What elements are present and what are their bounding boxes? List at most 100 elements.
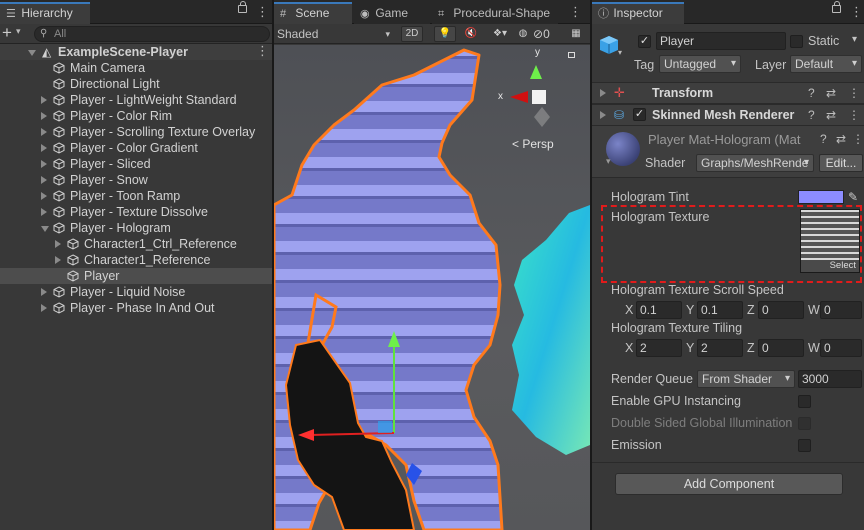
hierarchy-item[interactable]: Character1_Ctrl_Reference: [0, 236, 272, 252]
expand-arrow-icon[interactable]: [41, 288, 47, 296]
texture-thumbnail[interactable]: Select: [800, 209, 860, 273]
scroll-z-field[interactable]: 0: [758, 301, 804, 319]
scene-menu-icon[interactable]: ⋮: [256, 43, 269, 59]
hierarchy-item[interactable]: Directional Light: [0, 76, 272, 92]
expand-arrow-icon[interactable]: [28, 50, 36, 56]
inspector-lock-icon[interactable]: [832, 1, 841, 13]
hierarchy-item[interactable]: Player: [0, 268, 272, 284]
expand-arrow-icon[interactable]: [41, 208, 47, 216]
scene-root-row[interactable]: ◭ ExampleScene-Player ⋮: [0, 43, 272, 60]
double-sided-checkbox[interactable]: [798, 417, 811, 430]
render-queue-dropdown[interactable]: From Shader: [697, 370, 795, 388]
tiling-x-field[interactable]: 2: [636, 339, 682, 357]
hierarchy-item[interactable]: Player - Phase In And Out: [0, 300, 272, 316]
toggle-2d-button[interactable]: 2D: [401, 26, 423, 42]
scene-more-icon[interactable]: ⋮: [569, 4, 582, 20]
material-help-icon[interactable]: ?: [820, 132, 827, 146]
material-foldout-icon[interactable]: ▾: [606, 156, 611, 167]
tiling-w-field[interactable]: 0: [820, 339, 862, 357]
expand-arrow-icon[interactable]: [41, 304, 47, 312]
material-preset-icon[interactable]: ⇄: [836, 132, 846, 146]
tab-inspector[interactable]: ⓘ Inspector: [592, 2, 684, 24]
renderer-menu-icon[interactable]: ⋮: [848, 108, 860, 122]
renderer-component-header[interactable]: ⛁ ✓ Skinned Mesh Renderer ? ⇄ ⋮: [592, 104, 864, 126]
lighting-toggle-button[interactable]: 💡: [434, 26, 456, 42]
projection-toggle[interactable]: < Persp: [512, 137, 554, 151]
renderer-enabled-checkbox[interactable]: ✓: [633, 108, 646, 121]
scroll-x-field[interactable]: 0.1: [636, 301, 682, 319]
tint-color-swatch[interactable]: [798, 190, 844, 204]
expand-arrow-icon[interactable]: [41, 112, 47, 120]
hierarchy-item[interactable]: Player - LightWeight Standard: [0, 92, 272, 108]
gizmo-grid-toggle[interactable]: ▦: [566, 26, 586, 42]
tiling-z-field[interactable]: 0: [758, 339, 804, 357]
expand-arrow-icon[interactable]: [55, 240, 61, 248]
eyedropper-icon[interactable]: ✎: [848, 187, 858, 207]
expand-arrow-icon[interactable]: [41, 176, 47, 184]
inspector-more-icon[interactable]: ⋮: [850, 4, 863, 20]
lock-icon[interactable]: [238, 1, 247, 13]
effects-dropdown[interactable]: ❖▾: [486, 26, 514, 42]
help-icon[interactable]: ?: [808, 86, 815, 100]
hierarchy-item[interactable]: Player - Hologram: [0, 220, 272, 236]
more-options-icon[interactable]: ⋮: [256, 4, 269, 20]
icon-dropdown-icon[interactable]: ▾: [618, 48, 622, 57]
expand-arrow-icon[interactable]: [41, 226, 49, 232]
texture-select-button[interactable]: Select: [801, 260, 859, 272]
expand-arrow-icon[interactable]: [41, 144, 47, 152]
orient-center-cube[interactable]: [532, 90, 546, 104]
active-checkbox[interactable]: ✓: [638, 35, 651, 48]
hierarchy-search-input[interactable]: ⚲ All: [34, 26, 270, 42]
audio-toggle-button[interactable]: 🔇: [460, 26, 482, 42]
expand-arrow-icon[interactable]: [41, 160, 47, 168]
layer-dropdown[interactable]: Default: [790, 55, 862, 73]
scene-viewport[interactable]: y x < Persp: [274, 45, 590, 530]
material-menu-icon[interactable]: ⋮: [852, 132, 864, 146]
renderer-preset-icon[interactable]: ⇄: [826, 108, 836, 122]
hierarchy-item[interactable]: Main Camera: [0, 60, 272, 76]
tab-hierarchy[interactable]: ☰ Hierarchy: [0, 2, 90, 24]
edit-shader-button[interactable]: Edit...: [819, 154, 863, 172]
expand-arrow-icon[interactable]: [55, 256, 61, 264]
tag-dropdown[interactable]: Untagged: [659, 55, 741, 73]
hierarchy-item[interactable]: Player - Texture Dissolve: [0, 204, 272, 220]
tab-game[interactable]: ◉ Game: [354, 2, 430, 24]
hierarchy-item[interactable]: Player - Snow: [0, 172, 272, 188]
hierarchy-item[interactable]: Player - Color Rim: [0, 108, 272, 124]
create-dropdown-icon[interactable]: ▾: [16, 26, 21, 37]
renderer-help-icon[interactable]: ?: [808, 108, 815, 122]
shading-mode-dropdown[interactable]: Shaded ▾: [277, 25, 394, 43]
tab-scene[interactable]: # Scene: [274, 2, 352, 24]
add-component-button[interactable]: Add Component: [615, 473, 843, 495]
transform-foldout-icon[interactable]: [600, 89, 606, 97]
emission-checkbox[interactable]: [798, 439, 811, 452]
transform-component-header[interactable]: ✛ Transform ? ⇄ ⋮: [592, 82, 864, 104]
render-queue-field[interactable]: 3000: [798, 370, 862, 388]
hierarchy-item[interactable]: Player - Sliced: [0, 156, 272, 172]
expand-arrow-icon[interactable]: [41, 96, 47, 104]
expand-arrow-icon[interactable]: [41, 192, 47, 200]
shader-dropdown[interactable]: Graphs/MeshRende: [696, 154, 814, 172]
visibility-toggle[interactable]: ◍: [516, 26, 530, 42]
hierarchy-item[interactable]: Player - Scrolling Texture Overlay: [0, 124, 272, 140]
gpu-instancing-checkbox[interactable]: [798, 395, 811, 408]
component-menu-icon[interactable]: ⋮: [848, 86, 860, 100]
hierarchy-item-label: Character1_Ctrl_Reference: [84, 237, 237, 251]
expand-arrow-icon[interactable]: [41, 128, 47, 136]
scroll-y-field[interactable]: 0.1: [697, 301, 743, 319]
hierarchy-item[interactable]: Player - Toon Ramp: [0, 188, 272, 204]
orient-lock-icon[interactable]: [568, 52, 575, 58]
preset-icon[interactable]: ⇄: [826, 86, 836, 100]
tiling-y-field[interactable]: 2: [697, 339, 743, 357]
renderer-foldout-icon[interactable]: [600, 111, 606, 119]
static-checkbox[interactable]: [790, 35, 803, 48]
tab-procedural-shape[interactable]: ⌗ Procedural-Shape: [432, 2, 558, 24]
hidden-count[interactable]: ⊘0: [532, 26, 560, 42]
hierarchy-item[interactable]: Player - Liquid Noise: [0, 284, 272, 300]
scroll-w-field[interactable]: 0: [820, 301, 862, 319]
object-name-field[interactable]: Player: [656, 32, 786, 50]
hierarchy-item[interactable]: Character1_Reference: [0, 252, 272, 268]
static-dropdown-icon[interactable]: ▾: [852, 34, 857, 45]
hierarchy-item[interactable]: Player - Color Gradient: [0, 140, 272, 156]
create-plus-icon[interactable]: +: [2, 24, 12, 42]
